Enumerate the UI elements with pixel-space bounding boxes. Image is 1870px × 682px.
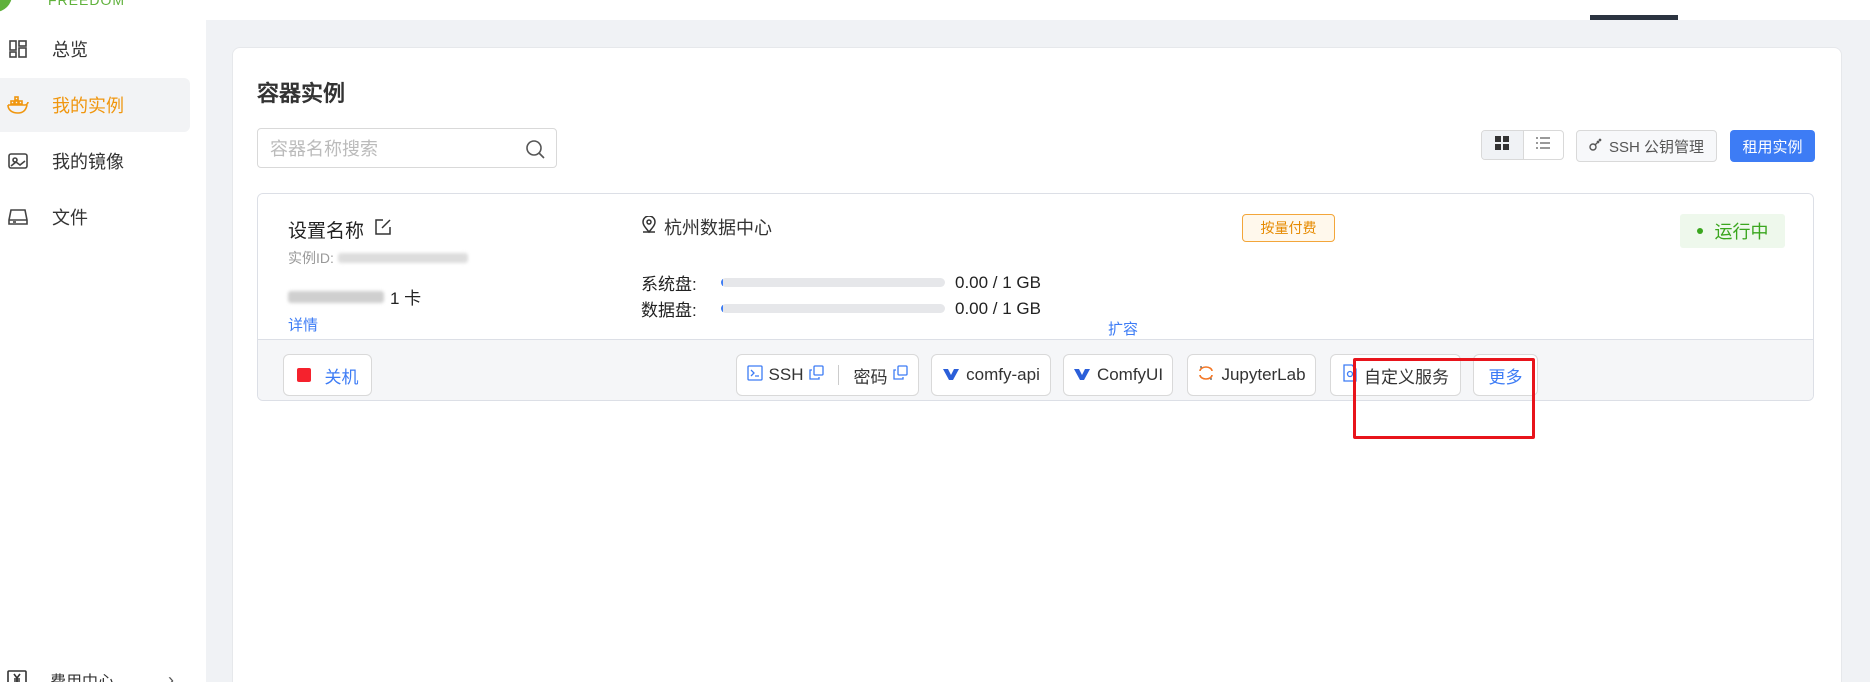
logo-text: FREEDOM bbox=[48, 0, 125, 8]
stop-icon bbox=[296, 368, 311, 382]
chevron-right-icon: › bbox=[168, 669, 174, 682]
rent-instance-button[interactable]: 租用实例 bbox=[1730, 130, 1815, 162]
ssh-label: SSH bbox=[768, 365, 804, 384]
list-view-button[interactable] bbox=[1522, 131, 1564, 159]
docker-icon bbox=[6, 93, 30, 117]
more-button[interactable]: 更多 bbox=[1473, 354, 1538, 396]
sidebar: 总览 我的实例 我的镜像 文件 费用中心 › bbox=[0, 20, 206, 682]
sidebar-item-my-images[interactable]: 我的镜像 bbox=[0, 134, 190, 188]
instance-info: 设置名称 实例ID: 1 卡 详情 杭州数据中心 系统盘: 0.00 / 1 G… bbox=[258, 194, 1813, 339]
copy-ssh-icon[interactable] bbox=[809, 365, 825, 385]
sidebar-item-label: 文件 bbox=[52, 208, 88, 228]
instance-gpu-row: 1 卡 bbox=[288, 284, 421, 309]
list-icon bbox=[1535, 135, 1551, 156]
sidebar-item-label: 总览 bbox=[52, 40, 88, 60]
copy-password-icon[interactable] bbox=[893, 365, 909, 385]
status-label: 运行中 bbox=[1714, 222, 1769, 242]
sidebar-item-label: 我的镜像 bbox=[52, 152, 124, 172]
search-icon[interactable] bbox=[524, 138, 546, 160]
datacenter-label: 杭州数据中心 bbox=[664, 218, 772, 238]
sidebar-item-billing[interactable]: 费用中心 › bbox=[0, 650, 190, 682]
custom-service-button[interactable]: 自定义服务 bbox=[1330, 354, 1461, 396]
data-disk-bar bbox=[721, 304, 945, 313]
sidebar-item-overview[interactable]: 总览 bbox=[0, 22, 190, 76]
sidebar-item-label: 我的实例 bbox=[52, 96, 124, 116]
system-disk-value: 0.00 / 1 GB bbox=[955, 272, 1041, 292]
edit-icon[interactable] bbox=[374, 218, 392, 242]
main-card: 容器实例 SSH 公钥管理 租用实例 设置名称 bbox=[232, 47, 1842, 682]
divider bbox=[838, 365, 840, 385]
password-label: 密码 bbox=[853, 367, 888, 387]
storage-icon bbox=[6, 205, 30, 229]
custom-service-label: 自定义服务 bbox=[1364, 367, 1449, 387]
shutdown-label: 关机 bbox=[324, 367, 359, 387]
system-disk-bar bbox=[721, 278, 945, 287]
sidebar-item-my-instances[interactable]: 我的实例 bbox=[0, 78, 190, 132]
data-disk-label: 数据盘: bbox=[641, 301, 697, 320]
search-input[interactable] bbox=[270, 137, 510, 161]
expand-link[interactable]: 扩容 bbox=[1108, 318, 1138, 339]
ssh-key-management-button[interactable]: SSH 公钥管理 bbox=[1576, 130, 1717, 162]
comfy-icon bbox=[1073, 365, 1091, 386]
top-nav-active-indicator bbox=[1590, 15, 1678, 20]
image-icon bbox=[6, 149, 30, 173]
system-disk-fill bbox=[721, 278, 724, 287]
comfyui-label: ComfyUI bbox=[1096, 365, 1164, 384]
grid-view-button[interactable] bbox=[1482, 131, 1523, 159]
data-disk-value: 0.00 / 1 GB bbox=[955, 298, 1041, 318]
terminal-icon bbox=[746, 364, 763, 386]
system-disk-row: 系统盘: 0.00 / 1 GB bbox=[641, 270, 1041, 295]
gpu-model-redacted bbox=[288, 290, 384, 303]
datacenter: 杭州数据中心 bbox=[640, 214, 772, 240]
comfy-api-button[interactable]: comfy-api bbox=[931, 354, 1051, 396]
yen-icon bbox=[6, 668, 28, 682]
status-dot-icon bbox=[1696, 228, 1703, 234]
jupyterlab-label: JupyterLab bbox=[1221, 365, 1306, 384]
comfyui-button[interactable]: ComfyUI bbox=[1063, 354, 1173, 396]
sidebar-item-label: 费用中心 bbox=[50, 668, 114, 682]
detail-link[interactable]: 详情 bbox=[288, 314, 318, 335]
comfy-icon bbox=[942, 365, 960, 386]
logo-icon bbox=[0, 0, 12, 12]
instance-name-row: 设置名称 bbox=[288, 216, 392, 243]
page-title: 容器实例 bbox=[257, 81, 346, 106]
search-box bbox=[257, 128, 557, 168]
billing-type-badge: 按量付费 bbox=[1242, 214, 1335, 242]
ssh-key-label: SSH 公钥管理 bbox=[1608, 138, 1704, 156]
data-disk-fill bbox=[721, 304, 724, 313]
dashboard-icon bbox=[6, 37, 30, 61]
ssh-password-group: SSH 密码 bbox=[736, 354, 919, 396]
grid-icon bbox=[1494, 135, 1510, 156]
instance-actions: 关机 SSH 密码 comfy-api ComfyUI JupyterLab 自… bbox=[258, 339, 1813, 400]
instance-id-redacted bbox=[337, 253, 468, 263]
comfy-api-label: comfy-api bbox=[966, 365, 1040, 384]
jupyterlab-button[interactable]: JupyterLab bbox=[1187, 354, 1316, 396]
instance-card: 设置名称 实例ID: 1 卡 详情 杭州数据中心 系统盘: 0.00 / 1 G… bbox=[257, 193, 1814, 401]
instance-id-row: 实例ID: bbox=[288, 248, 468, 268]
shutdown-button[interactable]: 关机 bbox=[283, 354, 372, 396]
status-badge: 运行中 bbox=[1680, 214, 1785, 248]
gpu-count: 1 卡 bbox=[390, 289, 422, 308]
data-disk-row: 数据盘: 0.00 / 1 GB bbox=[641, 296, 1041, 321]
instance-id-label: 实例ID: bbox=[288, 250, 334, 266]
key-icon bbox=[1589, 137, 1603, 155]
sidebar-item-files[interactable]: 文件 bbox=[0, 190, 190, 244]
top-bar: FREEDOM bbox=[0, 0, 1870, 20]
system-disk-label: 系统盘: bbox=[641, 275, 697, 294]
instance-name: 设置名称 bbox=[288, 221, 365, 242]
view-toggle bbox=[1481, 130, 1564, 160]
location-icon bbox=[640, 214, 658, 239]
jupyter-icon bbox=[1197, 364, 1215, 387]
document-icon bbox=[1342, 363, 1358, 387]
